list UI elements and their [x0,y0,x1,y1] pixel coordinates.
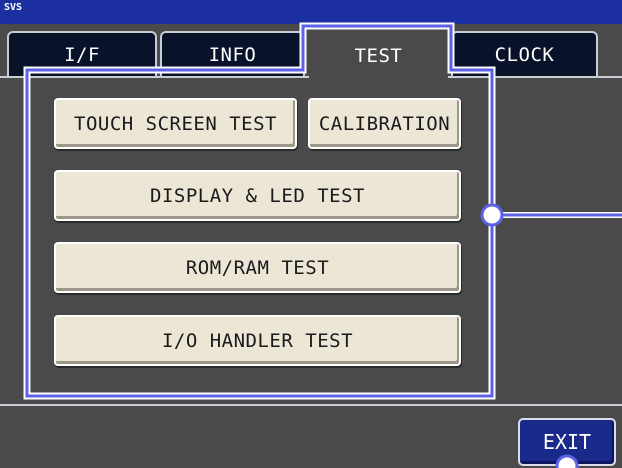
rom-ram-test-button[interactable]: ROM/RAM TEST [54,242,461,293]
screen: SVS I/F INFO CLOCK TEST TOUCH SCREEN TES… [0,0,622,468]
touch-screen-test-button[interactable]: TOUCH SCREEN TEST [54,98,297,149]
tab-info[interactable]: INFO [160,31,305,77]
calibration-button[interactable]: CALIBRATION [308,98,461,149]
exit-button[interactable]: EXIT [518,418,616,466]
header-bar: SVS [0,0,622,24]
header-label: SVS [4,2,23,13]
tab-test[interactable]: TEST [309,31,448,81]
tab-clock[interactable]: CLOCK [451,31,598,77]
footer-divider [0,404,622,406]
display-led-test-button[interactable]: DISPLAY & LED TEST [54,170,461,221]
tab-if[interactable]: I/F [7,31,157,77]
io-handler-test-button[interactable]: I/O HANDLER TEST [54,315,461,366]
